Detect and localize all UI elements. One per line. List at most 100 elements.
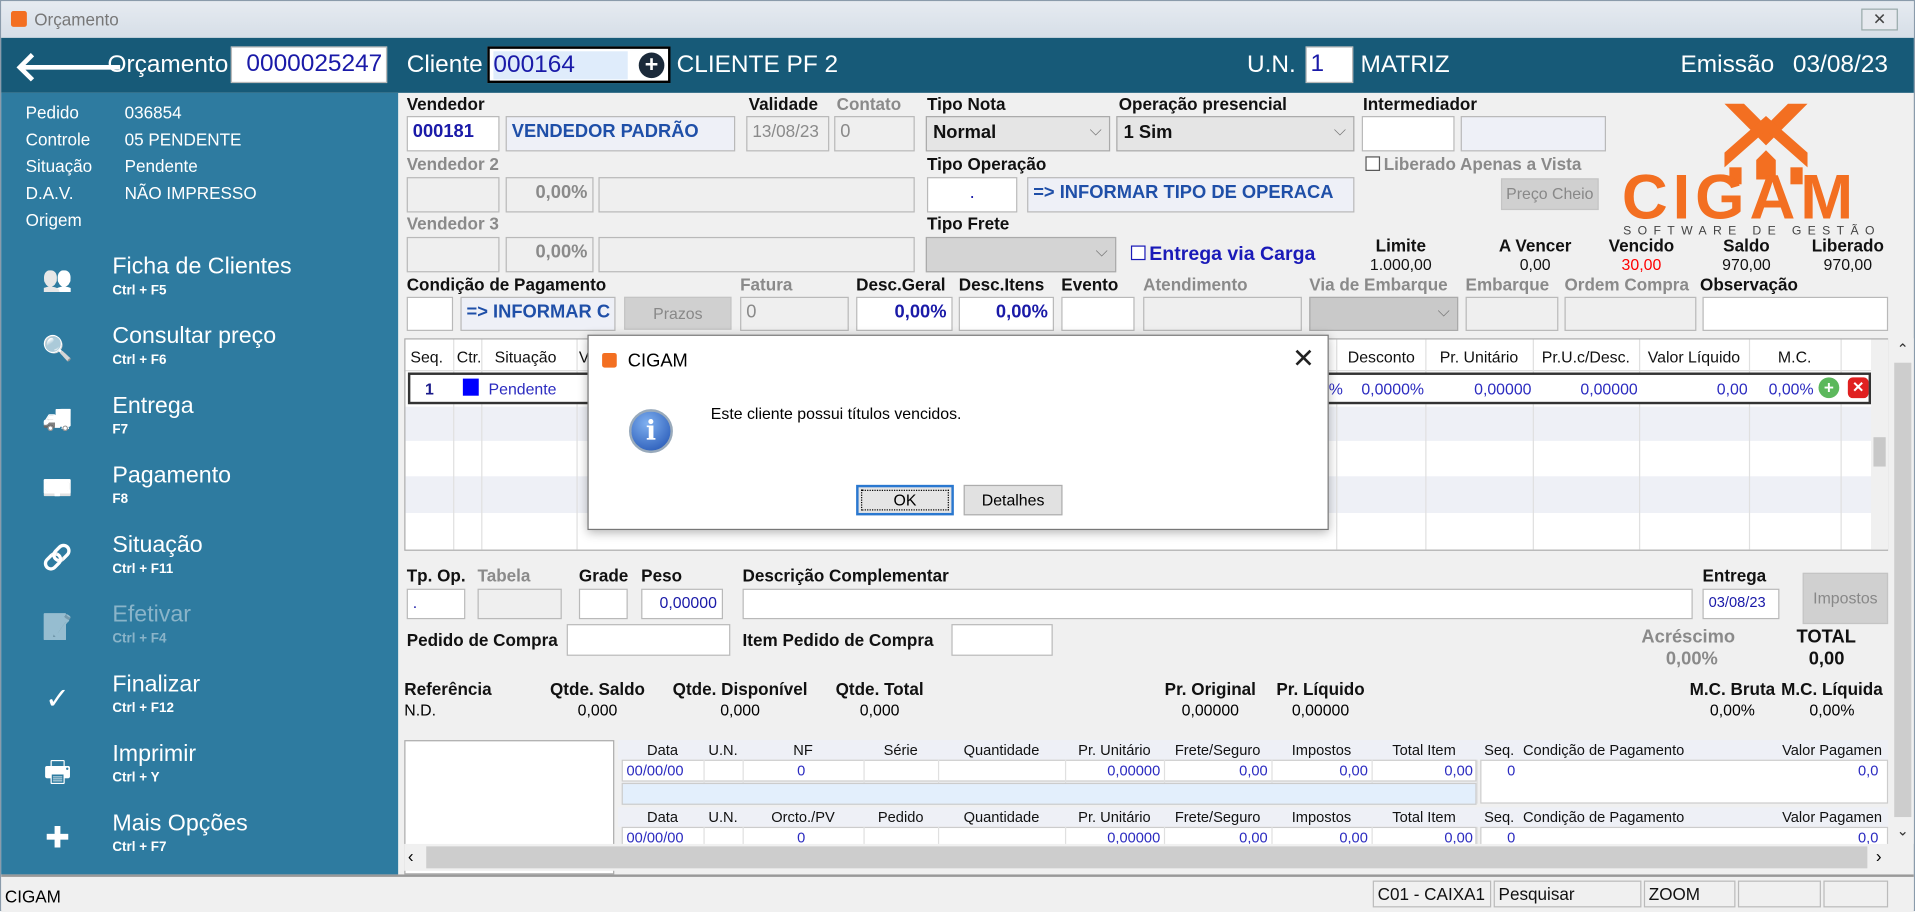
dialog-close-icon[interactable]: ✕ (1292, 343, 1315, 375)
sidebar-item-consultar-pre-o[interactable]: 🔍 Consultar preço Ctrl + F6 (1, 324, 398, 390)
plus-icon: ✚ (45, 821, 70, 855)
condicao-code-field[interactable] (406, 296, 454, 331)
desc-comp-field[interactable] (742, 588, 1693, 620)
liberado-vista-checkbox[interactable]: Liberado Apenas a Vista (1365, 153, 1582, 174)
status-mode: Pesquisar (1493, 880, 1642, 908)
observacao-field[interactable] (1702, 296, 1889, 331)
entrega-carga-checkbox[interactable]: Entrega via Carga (1130, 244, 1315, 266)
credit-a-vencer-label: A Vencer (1498, 235, 1572, 256)
details-button[interactable]: Detalhes (963, 484, 1063, 516)
grade-field[interactable] (578, 588, 628, 620)
vendedor3-pct-field: 0,00% (505, 236, 594, 273)
contato-field: 0 (834, 116, 915, 152)
entrega-field[interactable]: 03/08/23 (1702, 588, 1780, 620)
info-label: Origem (25, 210, 82, 230)
col-situacao: Situação (494, 348, 557, 367)
scroll-thumb[interactable] (426, 846, 1868, 869)
stock-value: 0,00% (1709, 701, 1755, 720)
desc-itens-field[interactable]: 0,00% (958, 296, 1054, 331)
scroll-right-icon[interactable]: › (1876, 846, 1882, 866)
sidebar-item-imprimir[interactable]: 🖶 Imprimir Ctrl + Y (1, 741, 398, 807)
vendedor2-code-field (406, 177, 500, 213)
scroll-thumb[interactable] (1894, 362, 1912, 818)
evento-field[interactable] (1061, 296, 1135, 331)
row-seq: 1 (425, 379, 434, 399)
window-close-button[interactable]: ✕ (1861, 8, 1898, 31)
add-item-icon[interactable]: + (1818, 377, 1840, 399)
impostos-button[interactable]: Impostos (1802, 572, 1889, 625)
grid-vertical-scrollbar[interactable] (1871, 339, 1889, 550)
tipo-operacao-code-field[interactable]: . (926, 177, 1018, 213)
history-col-header: Data (647, 741, 679, 759)
desc-geral-field[interactable]: 0,00% (856, 296, 953, 331)
history-empty-row (621, 782, 1477, 805)
sidebar-item-pagamento[interactable]: 💵 Pagamento F8 (1, 463, 398, 529)
tipo-operacao-label: Tipo Operação (926, 153, 1047, 174)
ok-button[interactable]: OK (856, 484, 954, 516)
stock-label: Qtde. Disponível (672, 679, 808, 699)
total-value: 0,00 (1808, 648, 1845, 670)
peso-field[interactable]: 0,00000 (641, 588, 724, 620)
orcamento-field[interactable]: 0000025247 (230, 46, 388, 84)
item-pedido-field[interactable] (951, 624, 1053, 656)
un-field[interactable]: 1 (1305, 46, 1354, 84)
total-label: TOTAL (1796, 626, 1856, 648)
col-pr-unitario: Pr. Unitário (1439, 348, 1519, 367)
horizontal-scrollbar[interactable]: ‹ › (404, 843, 1892, 871)
printer-icon: 🖶 (43, 755, 72, 789)
info-label: Pedido (25, 102, 79, 123)
col-pr-desc: Pr.U.c/Desc. (1541, 348, 1630, 367)
fatura-label: Fatura (740, 274, 793, 295)
scroll-thumb[interactable] (1873, 437, 1886, 467)
tipo-nota-select[interactable]: Normal ⌵ (925, 116, 1111, 152)
alert-dialog: CIGAM ✕ i Este cliente possui títulos ve… (587, 334, 1329, 531)
chevron-down-icon: ⌵ (1333, 120, 1346, 140)
liberado-vista-label: Liberado Apenas a Vista (1383, 153, 1582, 174)
credit-vencido-value: 30,00 (1621, 255, 1662, 274)
credit-limite-value: 1.000,00 (1369, 255, 1432, 274)
tipo-operacao-name-field: => INFORMAR TIPO DE OPERACA (1027, 177, 1355, 213)
menu-label: Imprimir (112, 741, 197, 767)
scroll-down-icon[interactable]: ⌄ (1897, 822, 1909, 839)
panel-vertical-scrollbar[interactable]: ⌃ ⌄ (1891, 338, 1914, 844)
vendedor3-label: Vendedor 3 (406, 213, 499, 234)
operacao-select[interactable]: 1 Sim ⌵ (1116, 116, 1355, 152)
operacao-value: 1 Sim (1123, 122, 1173, 143)
check-icon: ✓ (45, 682, 70, 716)
sidebar-item-mais-op-es[interactable]: ✚ Mais Opções Ctrl + F7 (1, 811, 398, 877)
vendedor-code-field[interactable]: 000181 (406, 116, 500, 152)
info-label: Situação (25, 156, 93, 176)
tipo-frete-select[interactable]: ⌵ (925, 236, 1117, 273)
chevron-down-icon: ⌵ (1437, 301, 1450, 320)
scroll-up-icon[interactable]: ⌃ (1897, 341, 1909, 358)
via-embarque-label: Via de Embarque (1309, 274, 1448, 295)
sidebar-item-finalizar[interactable]: ✓ Finalizar Ctrl + F12 (1, 672, 398, 738)
ordem-compra-field (1564, 296, 1697, 331)
pedido-compra-field[interactable] (566, 624, 731, 656)
tp-op-field[interactable]: . (406, 588, 466, 620)
delete-item-icon[interactable]: ✕ (1847, 377, 1869, 399)
dialog-title: CIGAM (627, 350, 688, 372)
menu-shortcut: Ctrl + F6 (112, 352, 167, 368)
add-client-icon[interactable]: + (638, 52, 665, 79)
tabela-field (477, 588, 562, 620)
payment-cell: 0,0 (1857, 762, 1879, 780)
tipo-nota-label: Tipo Nota (926, 94, 1006, 114)
history-col-header: Impostos (1291, 808, 1352, 826)
menu-label: Entrega (112, 393, 194, 419)
preco-cheio-button[interactable]: Preço Cheio (1500, 178, 1599, 211)
cliente-field[interactable]: 000164 + (487, 46, 671, 84)
info-value: 036854 (124, 102, 182, 123)
sidebar-item-situa-o[interactable]: 🔗 Situação Ctrl + F11 (1, 532, 398, 598)
sidebar-item-entrega[interactable]: 🚚 Entrega F7 (1, 393, 398, 459)
cliente-code: 000164 (493, 51, 628, 80)
sidebar-item-ficha-de-clientes[interactable]: 👥 Ficha de Clientes Ctrl + F5 (1, 254, 398, 320)
prazos-button[interactable]: Prazos (624, 296, 732, 330)
intermediador-code-field[interactable] (1361, 116, 1455, 152)
stock-value: 0,000 (720, 701, 760, 720)
scroll-left-icon[interactable]: ‹ (408, 846, 414, 866)
credit-limite-label: Limite (1375, 235, 1427, 256)
credit-liberado-value: 970,00 (1823, 255, 1873, 274)
history-col-header: Orcto./PV (771, 808, 835, 826)
un-name: MATRIZ (1360, 51, 1450, 79)
